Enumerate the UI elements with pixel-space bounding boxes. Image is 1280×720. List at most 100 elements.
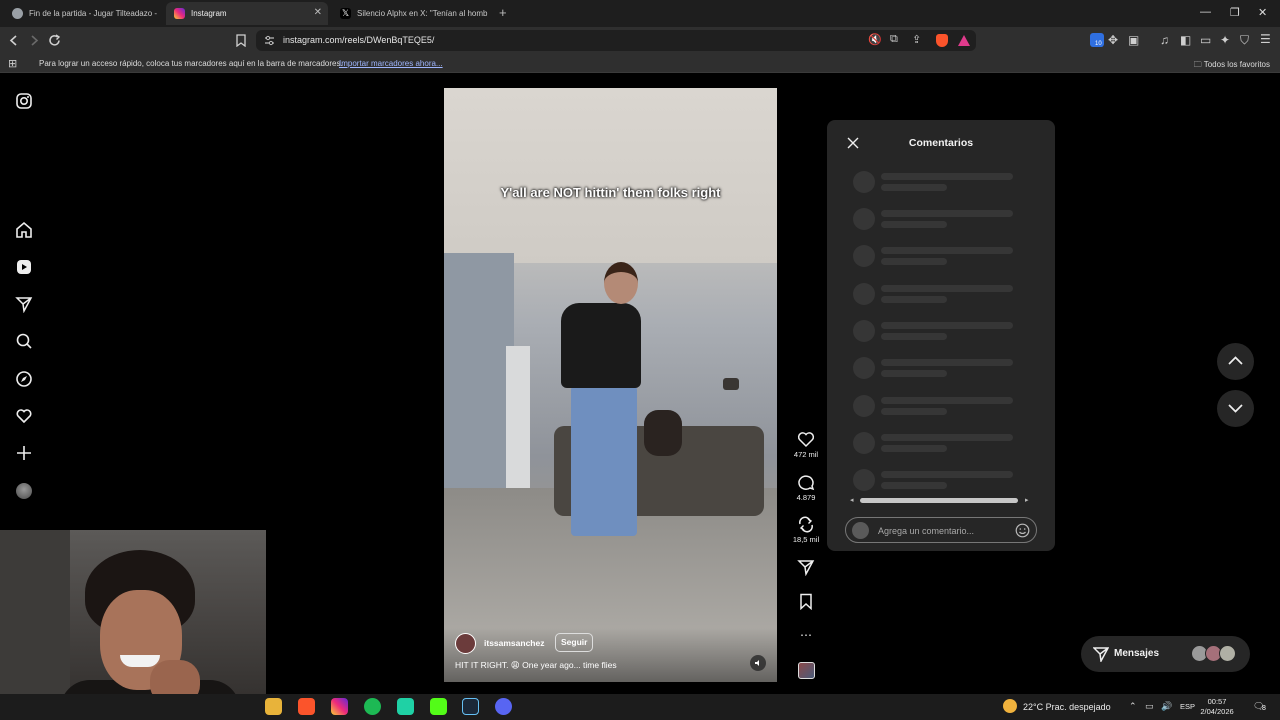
instagram-logo-icon[interactable] bbox=[15, 92, 33, 110]
minimize-icon[interactable]: — bbox=[1200, 6, 1211, 18]
comment-skeleton-row bbox=[853, 283, 1013, 305]
spotify-icon[interactable] bbox=[364, 698, 381, 715]
import-bookmarks-link[interactable]: Importar marcadores ahora... bbox=[339, 59, 443, 68]
video-scene-lamp bbox=[723, 378, 739, 390]
repost-action[interactable]: 18,5 mil bbox=[790, 516, 822, 544]
video-scene-person-head bbox=[604, 262, 638, 304]
close-tab-icon[interactable]: ✕ bbox=[314, 7, 322, 18]
leo-ai-icon[interactable]: ✦ bbox=[1220, 33, 1230, 47]
discord-icon[interactable] bbox=[495, 698, 512, 715]
weather-text[interactable]: 22°C Prac. despejado bbox=[1023, 702, 1111, 712]
chevron-down-icon bbox=[1228, 404, 1243, 413]
messages-button[interactable]: Mensajes bbox=[1081, 636, 1250, 672]
like-action[interactable]: 472 mil bbox=[790, 431, 822, 459]
apps-grid-icon[interactable]: ⊞ bbox=[8, 57, 17, 70]
comment-skeleton-row bbox=[853, 245, 1013, 267]
browser-tab-x[interactable]: 𝕏 Silencio Alphx en X: "Tenían al homb bbox=[332, 2, 492, 25]
comment-skeleton-row bbox=[853, 357, 1013, 379]
bookmark-page-icon[interactable] bbox=[236, 34, 246, 47]
browser-tab-instagram[interactable]: Instagram ✕ bbox=[166, 2, 328, 25]
direct-messages-icon[interactable] bbox=[15, 295, 33, 313]
like-heart-icon[interactable] bbox=[797, 431, 815, 448]
browser-tab-tilteadazo[interactable]: Fin de la partida - Jugar Tilteadazo - bbox=[4, 2, 164, 25]
instagram-app-icon[interactable] bbox=[331, 698, 348, 715]
wallet-icon[interactable]: ▭ bbox=[1200, 33, 1211, 47]
next-reel-button[interactable] bbox=[1217, 390, 1254, 427]
address-bar[interactable]: instagram.com/reels/DWenBqTEQE5/ 🔇 ⧉ ⇪ bbox=[256, 30, 976, 51]
search-icon[interactable] bbox=[15, 332, 33, 350]
forward-icon[interactable] bbox=[29, 35, 39, 46]
kick-icon[interactable] bbox=[430, 698, 447, 715]
steam-icon[interactable] bbox=[462, 698, 479, 715]
follow-button[interactable]: Seguir bbox=[555, 633, 594, 652]
save-action[interactable] bbox=[790, 593, 822, 612]
vpn-shield-icon[interactable]: ⛉ bbox=[1240, 33, 1249, 48]
mute-site-icon[interactable]: 🔇 bbox=[868, 33, 882, 46]
puzzle-extensions-icon[interactable]: ✥ bbox=[1108, 33, 1118, 47]
share-paper-plane-icon[interactable] bbox=[797, 559, 815, 576]
comment-skeleton-row bbox=[853, 469, 1013, 491]
share-action[interactable] bbox=[790, 559, 822, 578]
horizontal-scrollbar[interactable] bbox=[860, 498, 1018, 503]
reels-icon[interactable] bbox=[15, 258, 33, 276]
clock[interactable]: 00:57 2/04/2026 bbox=[1200, 697, 1234, 717]
file-explorer-icon[interactable] bbox=[265, 698, 282, 715]
all-favorites-button[interactable]: 🗀 Todos los favoritos bbox=[1194, 59, 1270, 73]
chevron-up-icon bbox=[1228, 356, 1243, 365]
more-options-icon[interactable]: ⋯ bbox=[790, 628, 822, 642]
brave-rewards-icon[interactable] bbox=[958, 35, 970, 46]
share-icon[interactable]: ⇪ bbox=[912, 33, 921, 46]
menu-icon[interactable]: ☰ bbox=[1260, 32, 1271, 46]
close-window-icon[interactable]: ✕ bbox=[1258, 6, 1267, 19]
video-scene-wall bbox=[444, 253, 514, 513]
tray-chevron-icon[interactable]: ⌃ bbox=[1129, 701, 1137, 712]
comment-action[interactable]: 4.879 bbox=[790, 474, 822, 502]
media-icon[interactable]: ♫ bbox=[1160, 33, 1169, 47]
all-favorites-label: Todos los favoritos bbox=[1203, 60, 1270, 69]
repost-count: 18,5 mil bbox=[792, 535, 820, 544]
author-avatar[interactable] bbox=[455, 633, 476, 654]
sidebar-icon[interactable]: ◧ bbox=[1180, 33, 1191, 47]
notifications-heart-icon[interactable] bbox=[15, 407, 33, 425]
profile-avatar[interactable] bbox=[16, 483, 32, 499]
previous-reel-button[interactable] bbox=[1217, 343, 1254, 380]
scroll-left-icon[interactable]: ◂ bbox=[850, 496, 854, 504]
comment-bubble-icon[interactable] bbox=[797, 474, 815, 491]
extension-badge: 10 bbox=[1094, 41, 1103, 47]
open-external-icon[interactable]: ⧉ bbox=[890, 33, 898, 46]
network-icon[interactable]: ▭ bbox=[1145, 701, 1154, 712]
video-scene-door bbox=[506, 346, 530, 496]
add-comment-placeholder: Agrega un comentario... bbox=[878, 526, 975, 536]
streaming-app-icon[interactable] bbox=[397, 698, 414, 715]
restore-icon[interactable]: ❐ bbox=[1230, 6, 1240, 19]
back-icon[interactable] bbox=[9, 35, 19, 46]
scroll-right-icon[interactable]: ▸ bbox=[1025, 496, 1029, 504]
author-username[interactable]: itssamsanchez bbox=[484, 638, 544, 648]
brave-shields-icon[interactable] bbox=[936, 34, 948, 47]
add-comment-field[interactable]: Agrega un comentario... bbox=[845, 517, 1037, 543]
like-count: 472 mil bbox=[793, 450, 819, 459]
brave-browser-icon[interactable] bbox=[298, 698, 315, 715]
reload-icon[interactable] bbox=[48, 34, 61, 47]
language-indicator[interactable]: ESP bbox=[1180, 702, 1195, 711]
create-plus-icon[interactable] bbox=[15, 444, 33, 462]
reel-video[interactable]: Y'all are NOT hittin' them folks right i… bbox=[444, 88, 777, 682]
site-settings-icon[interactable] bbox=[264, 35, 275, 46]
reel-caption: HIT IT RIGHT. 😩 One year ago... time fli… bbox=[455, 660, 617, 670]
screenshot-icon[interactable]: ▣ bbox=[1128, 33, 1139, 47]
home-icon[interactable] bbox=[15, 221, 33, 239]
comment-skeleton-row bbox=[853, 171, 1013, 193]
comments-title: Comentarios bbox=[908, 137, 974, 149]
bookmarks-bar: ⊞ Para lograr un acceso rápido, coloca t… bbox=[0, 54, 1280, 73]
emoji-icon[interactable] bbox=[1015, 523, 1030, 538]
volume-icon[interactable]: 🔊 bbox=[1161, 701, 1172, 712]
mute-button[interactable] bbox=[750, 655, 766, 671]
new-tab-button[interactable]: + bbox=[499, 5, 507, 20]
audio-thumbnail[interactable] bbox=[798, 662, 815, 679]
save-bookmark-icon[interactable] bbox=[797, 593, 815, 610]
repost-icon[interactable] bbox=[797, 516, 815, 533]
explore-icon[interactable] bbox=[15, 370, 33, 388]
current-user-avatar bbox=[852, 522, 869, 539]
tab-title: Fin de la partida - Jugar Tilteadazo - bbox=[29, 9, 158, 18]
browser-tab-bar: Fin de la partida - Jugar Tilteadazo - I… bbox=[0, 0, 1280, 27]
